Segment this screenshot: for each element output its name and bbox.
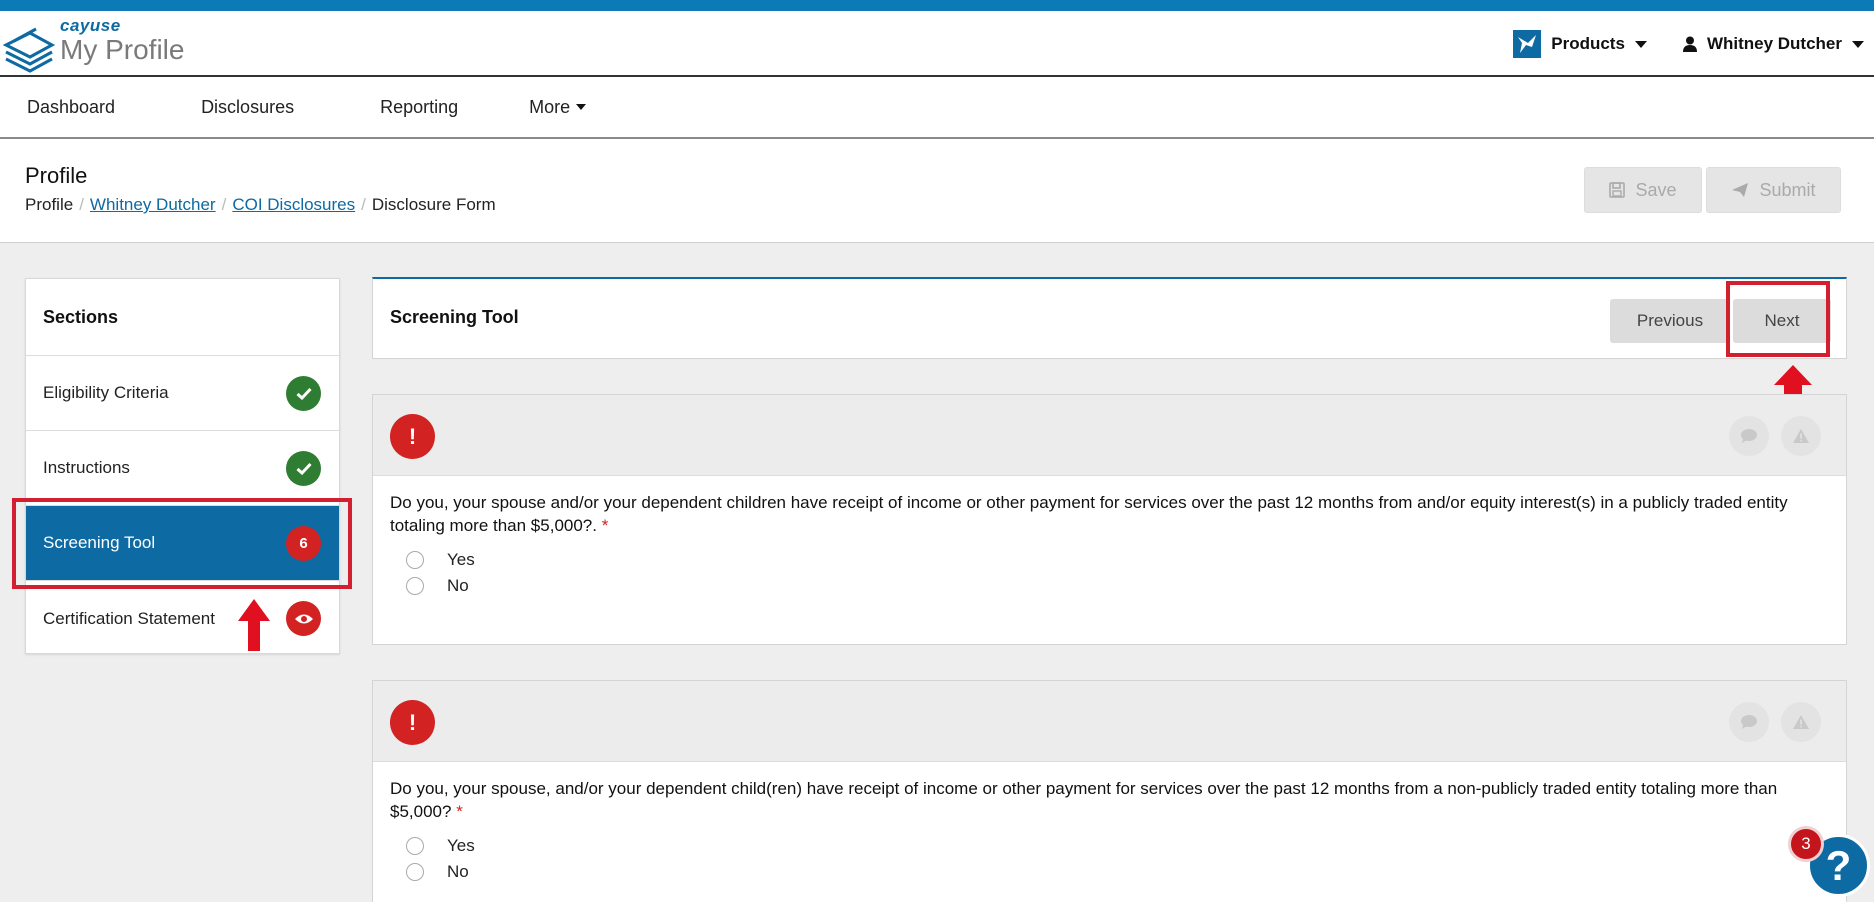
radio-option-yes[interactable]: Yes: [406, 833, 1846, 859]
question-text: Do you, your spouse, and/or your depende…: [373, 762, 1846, 823]
comment-icon[interactable]: [1729, 702, 1769, 742]
sections-heading: Sections: [26, 279, 339, 356]
warning-icon[interactable]: [1781, 702, 1821, 742]
user-icon: [1682, 36, 1697, 52]
cayuse-logo-icon: [2, 27, 56, 73]
user-name: Whitney Dutcher: [1706, 34, 1842, 53]
products-menu[interactable]: Products: [1513, 30, 1647, 58]
question-label: Do you, your spouse, and/or your depende…: [390, 779, 1778, 821]
section-instructions[interactable]: Instructions: [26, 431, 339, 506]
option-label: No: [447, 862, 469, 881]
breadcrumb-separator: /: [361, 195, 366, 214]
question-card-header: !: [373, 681, 1846, 762]
annotation-highlight-box: [1726, 281, 1830, 357]
option-label: No: [447, 576, 469, 595]
top-stripe: [0, 0, 1874, 11]
chevron-down-icon: [1852, 40, 1864, 48]
radio-option-no[interactable]: No: [406, 859, 1846, 885]
exclamation-icon: !: [390, 414, 435, 459]
send-icon: [1732, 183, 1749, 197]
check-icon: [286, 450, 321, 486]
brand-title: My Profile: [60, 34, 185, 65]
breadcrumb-separator: /: [221, 195, 227, 214]
user-menu[interactable]: Whitney Dutcher: [1682, 34, 1864, 54]
radio-option-no[interactable]: No: [406, 573, 1846, 599]
app-header: cayuse My Profile Products Whitney Dutch…: [0, 11, 1874, 77]
previous-button[interactable]: Previous: [1610, 299, 1730, 343]
section-label: Eligibility Criteria: [43, 383, 169, 402]
products-icon: [1513, 30, 1542, 58]
sections-panel: Sections Eligibility Criteria Instructio…: [25, 278, 340, 654]
section-certification-statement[interactable]: Certification Statement: [26, 581, 339, 656]
warning-icon[interactable]: [1781, 416, 1821, 456]
save-icon: [1609, 182, 1626, 198]
question-card: ! Do you, your spouse and/or your depend…: [372, 394, 1847, 645]
comment-icon[interactable]: [1729, 416, 1769, 456]
app-logo[interactable]: cayuse My Profile: [0, 17, 184, 73]
save-button[interactable]: Save: [1584, 167, 1702, 213]
section-eligibility-criteria[interactable]: Eligibility Criteria: [26, 356, 339, 431]
radio-button[interactable]: [406, 551, 424, 569]
chevron-down-icon: [576, 104, 587, 110]
radio-button[interactable]: [406, 577, 424, 595]
option-label: Yes: [447, 550, 475, 569]
required-marker: *: [456, 802, 463, 821]
section-label: Instructions: [43, 458, 130, 477]
breadcrumb-user-link[interactable]: Whitney Dutcher: [90, 195, 216, 215]
question-label: Do you, your spouse and/or your dependen…: [390, 493, 1788, 535]
screening-tool-title: Screening Tool: [390, 307, 519, 327]
page-header: Profile Profile / Whitney Dutcher / COI …: [0, 139, 1874, 243]
nav-more[interactable]: More: [529, 96, 587, 118]
nav-more-label: More: [529, 96, 571, 117]
nav-dashboard[interactable]: Dashboard: [27, 97, 115, 118]
breadcrumb-profile: Profile: [25, 195, 74, 214]
breadcrumb-separator: /: [79, 195, 84, 214]
products-label: Products: [1551, 34, 1625, 53]
nav-disclosures[interactable]: Disclosures: [201, 97, 294, 118]
section-label: Certification Statement: [43, 608, 215, 628]
question-text: Do you, your spouse and/or your dependen…: [373, 476, 1846, 537]
breadcrumb-current: Disclosure Form: [371, 195, 496, 214]
exclamation-icon: !: [390, 700, 435, 745]
radio-button[interactable]: [406, 837, 424, 855]
submit-label: Submit: [1759, 179, 1816, 200]
brand-small-text: cayuse: [60, 16, 121, 35]
radio-button[interactable]: [406, 863, 424, 881]
breadcrumb: Profile / Whitney Dutcher / COI Disclosu…: [25, 195, 496, 215]
page-title: Profile: [25, 163, 88, 188]
breadcrumb-disclosures-link[interactable]: COI Disclosures: [232, 195, 355, 215]
check-icon: [286, 375, 321, 411]
save-label: Save: [1635, 179, 1677, 200]
required-marker: *: [601, 516, 609, 535]
question-card-header: !: [373, 395, 1846, 476]
annotation-arrow-up-icon: [238, 599, 270, 651]
submit-button[interactable]: Submit: [1706, 167, 1841, 213]
main-nav: Dashboard Disclosures Reporting More: [0, 77, 1874, 139]
eye-icon: [286, 601, 321, 636]
help-notification-count: 3: [1788, 826, 1824, 862]
question-card: ! Do you, your spouse, and/or your depen…: [372, 680, 1847, 902]
nav-reporting[interactable]: Reporting: [380, 97, 458, 118]
radio-option-yes[interactable]: Yes: [406, 547, 1846, 573]
help-question-icon: ?: [1825, 841, 1852, 889]
option-label: Yes: [447, 836, 475, 855]
annotation-highlight-box: [12, 498, 352, 589]
chevron-down-icon: [1634, 40, 1647, 48]
screening-tool-header: Screening Tool Previous Next: [372, 277, 1847, 359]
